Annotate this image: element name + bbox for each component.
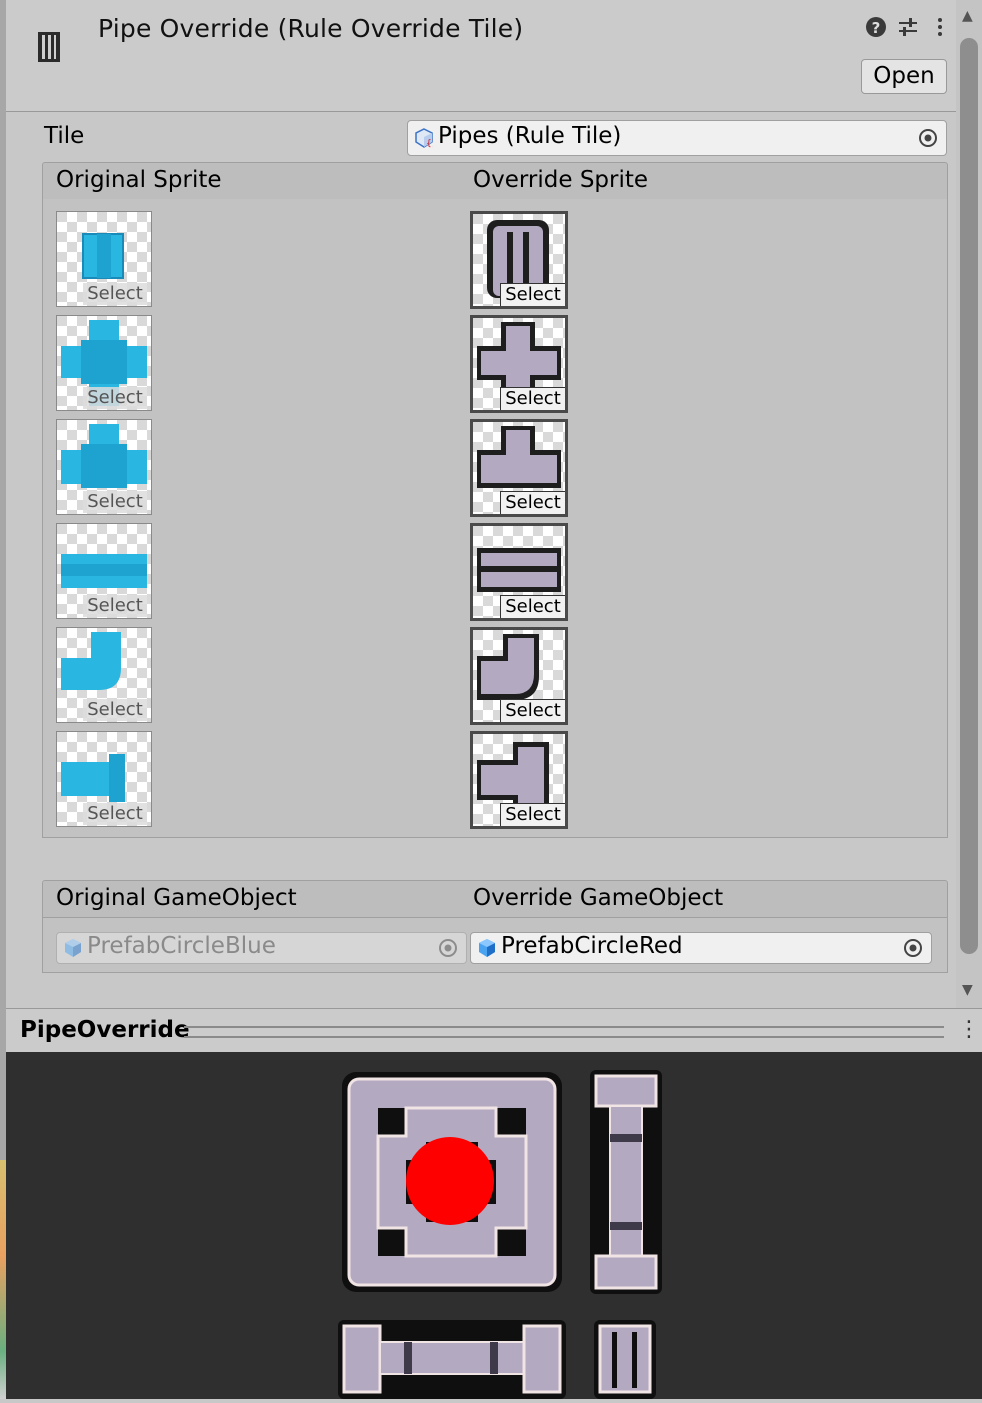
rule-tile-asset-icon: {} [415, 128, 433, 148]
select-label[interactable]: Select [83, 803, 147, 825]
override-gameobject-value: PrefabCircleRed [501, 933, 683, 959]
inspector-header: Pipe Override (Rule Override Tile) ? Ope… [6, 0, 956, 112]
tile-preview-image [338, 1070, 662, 1399]
select-label[interactable]: Select [500, 699, 565, 722]
override-gameobject-header: Override GameObject [473, 885, 724, 911]
open-button[interactable]: Open [861, 59, 947, 94]
original-sprite-slot[interactable]: Select [56, 731, 152, 827]
tile-object-field[interactable]: {} Pipes (Rule Tile) [407, 120, 947, 156]
inspector-window: Pipe Override (Rule Override Tile) ? Ope… [0, 0, 982, 1399]
svg-text:?: ? [872, 19, 881, 37]
override-sprite-header: Override Sprite [473, 167, 649, 193]
select-label[interactable]: Select [83, 283, 147, 305]
preview-header[interactable]: PipeOverride ⋮ [6, 1008, 982, 1053]
select-label[interactable]: Select [83, 699, 147, 721]
original-gameobject-field: PrefabCircleBlue [56, 932, 467, 964]
override-gameobject-field[interactable]: PrefabCircleRed [470, 932, 932, 964]
help-icon[interactable]: ? [864, 16, 888, 40]
scrollbar-thumb[interactable] [960, 38, 978, 954]
prefab-cube-icon [65, 939, 81, 957]
select-label[interactable]: Select [500, 803, 565, 826]
tile-preview-area [6, 1052, 982, 1399]
object-picker-icon[interactable] [918, 128, 938, 148]
scroll-up-icon[interactable]: ▲ [962, 8, 973, 24]
presets-sliders-icon[interactable] [896, 16, 920, 40]
select-label[interactable]: Select [500, 491, 565, 514]
select-label[interactable]: Select [500, 283, 565, 306]
original-gameobject-value: PrefabCircleBlue [87, 933, 276, 959]
sprite-table-header: Original Sprite Override Sprite [42, 162, 948, 200]
gameobject-override-list: PrefabCircleBlue PrefabCircleRed [42, 918, 948, 973]
tile-value: Pipes (Rule Tile) [438, 123, 622, 149]
scroll-down-icon[interactable]: ▼ [962, 982, 973, 998]
rule-override-tile-icon [38, 32, 60, 62]
preview-drag-handle[interactable] [184, 1026, 944, 1038]
override-sprite-slot[interactable]: Select [470, 523, 568, 621]
original-sprite-header: Original Sprite [56, 167, 222, 193]
original-sprite-slot[interactable]: Select [56, 211, 152, 307]
kebab-menu-icon[interactable] [928, 16, 952, 40]
original-sprite-slot[interactable]: Select [56, 315, 152, 411]
select-label[interactable]: Select [500, 595, 565, 618]
tile-label: Tile [44, 123, 85, 149]
select-label[interactable]: Select [500, 387, 565, 410]
asset-title: Pipe Override (Rule Override Tile) [98, 14, 524, 43]
override-sprite-slot[interactable]: Select [470, 731, 568, 829]
select-label[interactable]: Select [83, 387, 147, 409]
select-label[interactable]: Select [83, 595, 147, 617]
override-sprite-slot[interactable]: Select [470, 315, 568, 413]
select-label[interactable]: Select [83, 491, 147, 513]
prefab-cube-icon [479, 939, 495, 957]
sprite-override-list: Select Select Select Select Select Selec… [42, 199, 948, 838]
object-picker-icon [439, 939, 457, 957]
inspector-scrollbar[interactable]: ▲ ▼ [956, 0, 982, 1008]
original-sprite-slot[interactable]: Select [56, 419, 152, 515]
override-sprite-slot[interactable]: Select [470, 419, 568, 517]
inspector-panel: Pipe Override (Rule Override Tile) ? Ope… [6, 0, 957, 1008]
original-sprite-slot[interactable]: Select [56, 523, 152, 619]
gameobject-table-header: Original GameObject Override GameObject [42, 880, 948, 918]
original-gameobject-header: Original GameObject [56, 885, 297, 911]
original-sprite-slot[interactable]: Select [56, 627, 152, 723]
object-picker-icon[interactable] [903, 938, 923, 958]
preview-kebab-menu-icon[interactable]: ⋮ [958, 1017, 980, 1042]
preview-title: PipeOverride [20, 1017, 190, 1043]
override-sprite-slot[interactable]: Select [470, 627, 568, 725]
override-sprite-slot[interactable]: Select [470, 211, 568, 309]
svg-text:{}: {} [426, 139, 433, 148]
